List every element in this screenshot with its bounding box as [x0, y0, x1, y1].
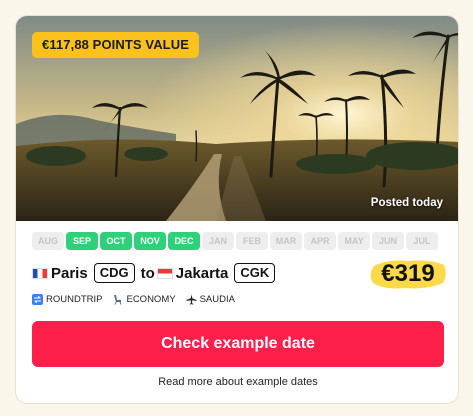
indonesia-flag-icon — [156, 267, 173, 279]
month-pill-mar: MAR — [270, 232, 302, 250]
month-availability: AUG SEP OCT NOV DEC JAN FEB MAR APR MAY … — [32, 232, 438, 250]
posted-date: Posted today — [370, 197, 443, 209]
check-example-date-button[interactable]: Check example date — [32, 321, 444, 367]
trip-meta: ROUNDTRIP ECONOMY SAUDIA — [32, 294, 235, 305]
month-pill-apr: APR — [304, 232, 336, 250]
price-tag: €319 — [368, 256, 448, 292]
month-pill-sep: SEP — [66, 232, 98, 250]
month-pill-jul: JUL — [406, 232, 438, 250]
month-pill-jan: JAN — [202, 232, 234, 250]
france-flag-icon — [32, 267, 48, 279]
month-pill-oct: OCT — [100, 232, 132, 250]
trip-type: ROUNDTRIP — [32, 294, 102, 305]
month-pill-nov: NOV — [134, 232, 166, 250]
read-more-link[interactable]: Read more about example dates — [16, 376, 458, 388]
route-connector: to — [140, 264, 155, 282]
trip-type-label: ROUNDTRIP — [46, 294, 103, 305]
price: €319 — [381, 260, 435, 287]
month-pill-may: MAY — [338, 232, 370, 250]
destination-city: Jakarta — [175, 264, 229, 282]
month-pill-jun: JUN — [372, 232, 404, 250]
cabin-class-label: ECONOMY — [126, 294, 176, 305]
origin-city: Paris — [51, 264, 88, 282]
origin-airport-code: CDG — [93, 263, 135, 283]
cabin-class: ECONOMY — [112, 294, 176, 305]
roundtrip-arrows-icon — [32, 294, 43, 305]
route: Paris CDG to Jakarta CGK — [32, 263, 281, 283]
airline: SAUDIA — [186, 294, 235, 305]
month-pill-aug: AUG — [32, 232, 64, 250]
destination-airport-code: CGK — [234, 263, 276, 283]
month-pill-feb: FEB — [236, 232, 268, 250]
deal-card[interactable]: €117,88 POINTS VALUE Posted today AUG SE… — [15, 15, 459, 404]
month-pill-dec: DEC — [168, 232, 200, 250]
points-value-badge: €117,88 POINTS VALUE — [32, 32, 199, 58]
seat-icon — [114, 295, 122, 305]
airplane-icon — [186, 294, 197, 305]
destination-photo: €117,88 POINTS VALUE Posted today — [16, 16, 458, 221]
airline-label: SAUDIA — [199, 294, 235, 305]
